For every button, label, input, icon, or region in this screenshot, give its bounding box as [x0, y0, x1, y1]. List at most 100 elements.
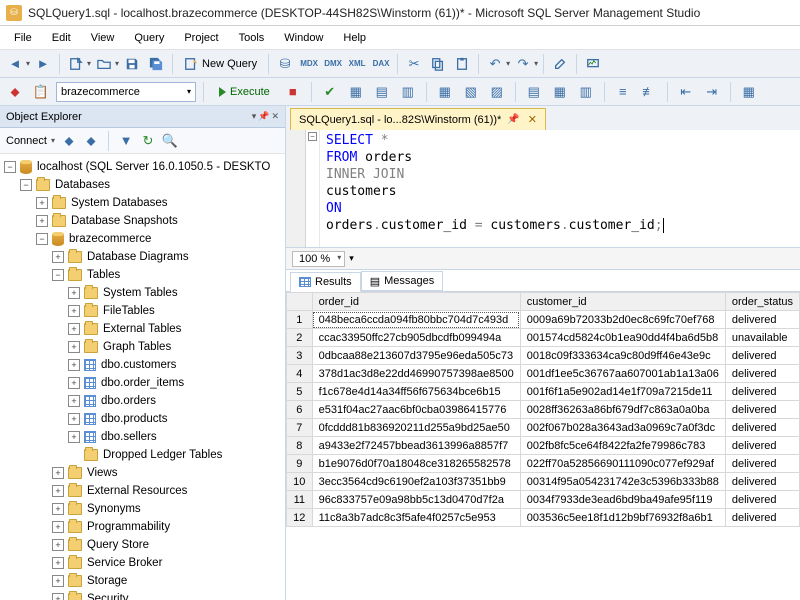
decrease-indent-icon[interactable]: ⇤: [675, 81, 697, 103]
execute-button[interactable]: Execute: [211, 81, 278, 103]
menu-help[interactable]: Help: [333, 29, 376, 47]
undo-icon[interactable]: ↶: [484, 53, 506, 75]
pin-icon[interactable]: 📌: [258, 111, 269, 122]
table-row[interactable]: 6e531f04ac27aac6bf0cba039864157760028ff3…: [287, 401, 800, 419]
filter-icon[interactable]: ▼: [118, 133, 134, 149]
results-tab[interactable]: Results: [290, 272, 361, 292]
analysis-dmx-icon[interactable]: DMX: [322, 53, 344, 75]
grid-cell[interactable]: a9433e2f72457bbead3613996a8857f7: [312, 437, 520, 455]
results-grid-icon[interactable]: ▦: [549, 81, 571, 103]
intellisense-icon[interactable]: ▥: [397, 81, 419, 103]
tree-tables[interactable]: −Tables: [0, 266, 285, 284]
tree-table-order-items[interactable]: +dbo.order_items: [0, 374, 285, 392]
cut-icon[interactable]: ✂: [403, 53, 425, 75]
new-project-icon[interactable]: [65, 53, 87, 75]
display-plan-icon[interactable]: ▦: [345, 81, 367, 103]
tree-exttables[interactable]: +External Tables: [0, 320, 285, 338]
analysis-xmla-icon[interactable]: XML: [346, 53, 368, 75]
results-text-icon[interactable]: ▤: [523, 81, 545, 103]
grid-cell[interactable]: delivered: [725, 347, 799, 365]
results-grid[interactable]: order_id customer_id order_status 1048be…: [286, 292, 800, 600]
grid-cell[interactable]: delivered: [725, 419, 799, 437]
editor-code[interactable]: SELECT * FROM orders INNER JOIN customer…: [320, 130, 670, 247]
grid-cell[interactable]: 0034f7933de3ead6bd9ba49afe95f119: [520, 491, 725, 509]
grid-cell[interactable]: 0018c09f333634ca9c80d9ff46e43e9c: [520, 347, 725, 365]
grid-cell[interactable]: b1e9076d0f70a18048ce318265582578: [312, 455, 520, 473]
stop-icon[interactable]: ⬥: [83, 133, 99, 149]
tree-dropped-ledger[interactable]: Dropped Ledger Tables: [0, 446, 285, 464]
database-combobox[interactable]: brazecommerce ▾: [56, 82, 196, 102]
row-number[interactable]: 4: [287, 365, 313, 383]
db-engine-query-icon[interactable]: ⛁: [274, 53, 296, 75]
client-stats-icon[interactable]: ▨: [486, 81, 508, 103]
specify-values-icon[interactable]: ▦: [738, 81, 760, 103]
activity-monitor-icon[interactable]: [582, 53, 604, 75]
tree-system-databases[interactable]: +System Databases: [0, 194, 285, 212]
grid-cell[interactable]: 00314f95a054231742e3c5396b333b88: [520, 473, 725, 491]
nav-back-icon[interactable]: ◄: [4, 53, 26, 75]
table-row[interactable]: 9b1e9076d0f70a18048ce318265582578022ff70…: [287, 455, 800, 473]
grid-cell[interactable]: 0009a69b72033b2d0ec8c69fc70ef768: [520, 311, 725, 329]
analysis-dax-icon[interactable]: DAX: [370, 53, 392, 75]
row-number[interactable]: 2: [287, 329, 313, 347]
col-order-status[interactable]: order_status: [725, 293, 799, 311]
paste-icon[interactable]: [451, 53, 473, 75]
connect-label[interactable]: Connect: [6, 135, 47, 147]
sql-editor[interactable]: − SELECT * FROM orders INNER JOIN custom…: [286, 130, 800, 248]
table-row[interactable]: 70fcddd81b836920211d255a9bd25ae50002f067…: [287, 419, 800, 437]
row-number[interactable]: 9: [287, 455, 313, 473]
grid-cell[interactable]: ccac33950ffc27cb905dbcdfb099494a: [312, 329, 520, 347]
tree-programmability[interactable]: +Programmability: [0, 518, 285, 536]
new-query-button[interactable]: New Query: [178, 53, 263, 75]
row-number[interactable]: 8: [287, 437, 313, 455]
copy-icon[interactable]: [427, 53, 449, 75]
tree-storage[interactable]: +Storage: [0, 572, 285, 590]
tree-graphtables[interactable]: +Graph Tables: [0, 338, 285, 356]
file-tab[interactable]: SQLQuery1.sql - lo...82S\Winstorm (61))*…: [290, 108, 546, 130]
zoom-combobox[interactable]: 100 %: [292, 251, 345, 267]
col-order-id[interactable]: order_id: [312, 293, 520, 311]
editor-outline[interactable]: −: [306, 130, 320, 247]
menu-tools[interactable]: Tools: [229, 29, 275, 47]
available-db-icon[interactable]: 📋: [30, 81, 52, 103]
tab-pin-icon[interactable]: 📌: [507, 114, 519, 125]
grid-cell[interactable]: 003536c5ee18f1d12b9bf76932f8a6b1: [520, 509, 725, 527]
grid-corner[interactable]: [287, 293, 313, 311]
analysis-mdx-icon[interactable]: MDX: [298, 53, 320, 75]
menu-edit[interactable]: Edit: [42, 29, 81, 47]
row-number[interactable]: 11: [287, 491, 313, 509]
tree-userdb[interactable]: −brazecommerce: [0, 230, 285, 248]
tree-databases[interactable]: −Databases: [0, 176, 285, 194]
zoom-dropdown-icon[interactable]: ▾: [349, 253, 354, 264]
disconnect-icon[interactable]: ⬥: [61, 133, 77, 149]
change-connection-icon[interactable]: ⬥: [4, 81, 26, 103]
row-number[interactable]: 6: [287, 401, 313, 419]
results-file-icon[interactable]: ▥: [575, 81, 597, 103]
grid-cell[interactable]: delivered: [725, 383, 799, 401]
menu-view[interactable]: View: [81, 29, 125, 47]
grid-cell[interactable]: unavailable: [725, 329, 799, 347]
grid-cell[interactable]: 96c833757e09a98bb5c13d0470d7f2a: [312, 491, 520, 509]
table-row[interactable]: 2ccac33950ffc27cb905dbcdfb099494a001574c…: [287, 329, 800, 347]
grid-cell[interactable]: 001574cd5824c0b1ea90dd4f4ba6d5b8: [520, 329, 725, 347]
menu-file[interactable]: File: [4, 29, 42, 47]
tree-diagrams[interactable]: +Database Diagrams: [0, 248, 285, 266]
redo-icon[interactable]: ↷: [512, 53, 534, 75]
grid-cell[interactable]: delivered: [725, 365, 799, 383]
grid-cell[interactable]: delivered: [725, 455, 799, 473]
grid-cell[interactable]: 378d1ac3d8e22dd46990757398ae8500: [312, 365, 520, 383]
properties-icon[interactable]: [549, 53, 571, 75]
comment-icon[interactable]: ≡: [612, 81, 634, 103]
menu-project[interactable]: Project: [174, 29, 228, 47]
open-icon[interactable]: [93, 53, 115, 75]
table-row[interactable]: 30dbcaa88e213607d3795e96eda505c730018c09…: [287, 347, 800, 365]
nav-fwd-icon[interactable]: ►: [32, 53, 54, 75]
save-icon[interactable]: [121, 53, 143, 75]
grid-cell[interactable]: 0dbcaa88e213607d3795e96eda505c73: [312, 347, 520, 365]
tree-filetables[interactable]: +FileTables: [0, 302, 285, 320]
table-row[interactable]: 5f1c678e4d14a34ff56f675634bce6b15001f6f1…: [287, 383, 800, 401]
menu-window[interactable]: Window: [274, 29, 333, 47]
grid-cell[interactable]: 022ff70a52856690111090c077ef929af: [520, 455, 725, 473]
row-number[interactable]: 7: [287, 419, 313, 437]
search-icon[interactable]: 🔍: [162, 133, 178, 149]
